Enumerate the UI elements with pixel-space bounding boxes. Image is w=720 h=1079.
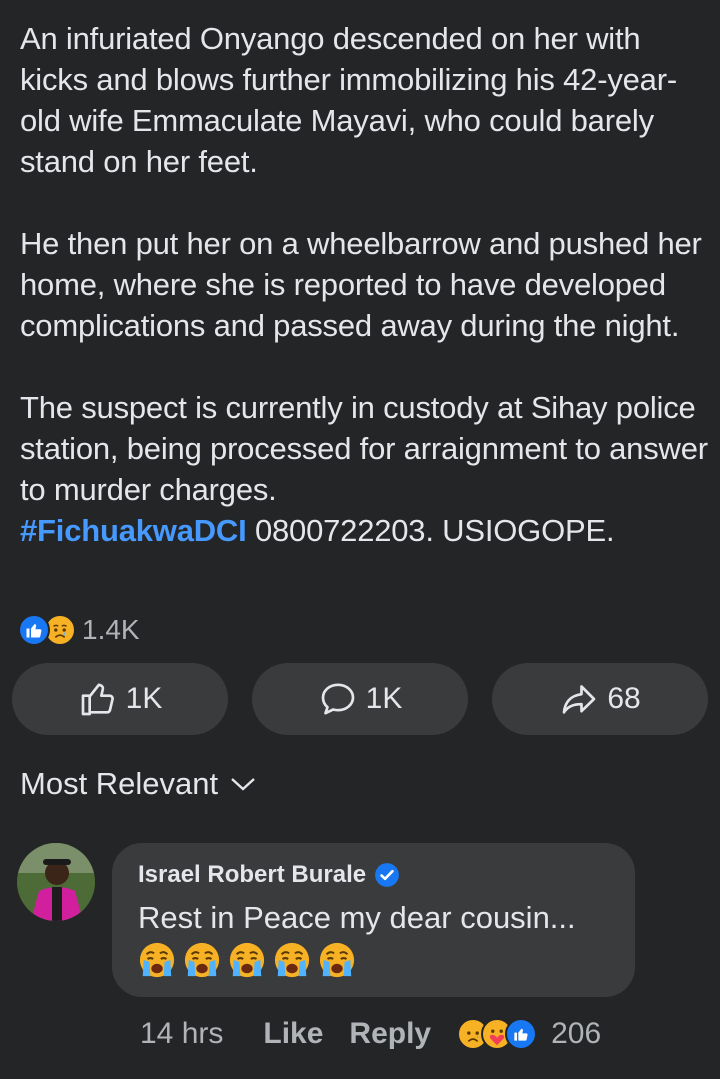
post-paragraph: He then put her on a wheelbarrow and pus…	[20, 226, 702, 343]
comment-reactions[interactable]	[457, 1018, 538, 1050]
comment-meta: 14 hrs Like Reply 206	[140, 1012, 601, 1056]
comment-bubble[interactable]: Israel Robert Burale Rest in Peace my de…	[112, 843, 635, 997]
comment-count: 1K	[365, 682, 403, 715]
post-actions: 1K 1K 68	[12, 663, 708, 735]
crying-face-emoji	[228, 941, 266, 979]
crying-face-emoji	[273, 941, 311, 979]
reactions-summary[interactable]: 1.4K	[18, 610, 140, 650]
post-paragraph-text: The suspect is currently in custody at S…	[20, 390, 708, 507]
share-icon	[562, 685, 596, 714]
comment-emoji-row	[138, 941, 635, 979]
crying-face-emoji	[318, 941, 356, 979]
commenter-avatar[interactable]	[17, 843, 95, 921]
like-icon	[505, 1018, 538, 1050]
comment-like-button[interactable]: Like	[263, 1017, 323, 1051]
crying-face-emoji	[138, 941, 176, 979]
like-button[interactable]: 1K	[12, 663, 228, 735]
like-icon	[18, 614, 50, 646]
share-button[interactable]: 68	[492, 663, 708, 735]
post-paragraph-tail: 0800722203. USIOGOPE.	[246, 513, 615, 548]
comment-button[interactable]: 1K	[252, 663, 468, 735]
comments-sort-dropdown[interactable]: Most Relevant	[20, 766, 256, 802]
comment-icon	[321, 683, 354, 715]
comment-reaction-count: 206	[551, 1017, 602, 1050]
share-count: 68	[607, 682, 641, 715]
comment-text: Rest in Peace my dear cousin...	[138, 900, 576, 935]
reaction-count: 1.4K	[82, 614, 140, 645]
sort-label: Most Relevant	[20, 766, 219, 801]
comment-reply-button[interactable]: Reply	[349, 1017, 431, 1051]
like-count: 1K	[125, 682, 163, 715]
crying-face-emoji	[183, 941, 221, 979]
post-paragraph: An infuriated Onyango descended on her w…	[20, 21, 677, 179]
thumbs-up-icon	[81, 683, 114, 716]
comment-timestamp: 14 hrs	[140, 1017, 224, 1050]
post-body: An infuriated Onyango descended on her w…	[20, 18, 710, 551]
hashtag-link[interactable]: #FichuakwaDCI	[20, 513, 247, 548]
chevron-down-icon	[231, 778, 255, 791]
commenter-name[interactable]: Israel Robert Burale	[138, 861, 366, 889]
verified-badge-icon	[375, 863, 400, 887]
post-paragraph: The suspect is currently in custody at S…	[20, 387, 710, 551]
commenter-name-row: Israel Robert Burale	[138, 861, 635, 889]
